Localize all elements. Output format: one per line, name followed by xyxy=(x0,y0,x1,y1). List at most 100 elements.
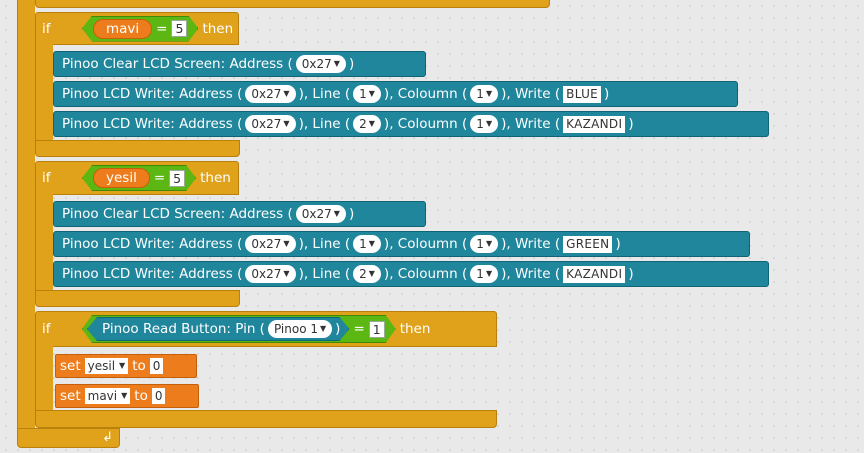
to-label: to xyxy=(134,388,148,404)
compare-value-input[interactable]: 1 xyxy=(369,321,385,338)
line-label: ), Line ( xyxy=(298,266,351,282)
line-dropdown[interactable]: 1 ▼ xyxy=(353,235,381,253)
block-label: Pinoo LCD Write: Address ( xyxy=(62,116,243,132)
chevron-down-icon: ▼ xyxy=(368,239,375,248)
block-label: Pinoo LCD Write: Address ( xyxy=(62,236,243,252)
block-label-close: ) xyxy=(348,206,355,222)
coloumn-dropdown[interactable]: 1 ▼ xyxy=(470,85,499,103)
block-label: Pinoo Clear LCD Screen: Address ( xyxy=(62,56,293,72)
block-label: Pinoo LCD Write: Address ( xyxy=(62,86,243,102)
address-dropdown[interactable]: 0x27 ▼ xyxy=(245,115,296,133)
address-dropdown[interactable]: 0x27 ▼ xyxy=(295,205,346,223)
pin-dropdown[interactable]: Pinoo 1 ▼ xyxy=(268,320,332,338)
write-label: ), Write ( xyxy=(501,116,561,132)
pinoo-lcd-write-block[interactable]: Pinoo LCD Write: Address ( 0x27 ▼ ), Line… xyxy=(53,231,750,257)
compare-value-input[interactable]: 5 xyxy=(169,170,185,187)
coloumn-label: ), Coloumn ( xyxy=(383,116,468,132)
if-block-read-button[interactable]: if Pinoo Read Button: Pin ( Pinoo 1 ▼ ) =… xyxy=(35,311,497,347)
line-label: ), Line ( xyxy=(298,236,351,252)
if-block-mavi[interactable]: if mavi = 5 then xyxy=(35,12,239,45)
chevron-down-icon: ▼ xyxy=(368,119,375,128)
pinoo-lcd-write-block[interactable]: Pinoo LCD Write: Address ( 0x27 ▼ ), Line… xyxy=(53,261,769,287)
chevron-down-icon: ▼ xyxy=(283,239,290,248)
chevron-down-icon: ▼ xyxy=(283,89,290,98)
if-block-yesil-end xyxy=(35,290,240,307)
chevron-down-icon: ▼ xyxy=(368,269,375,278)
coloumn-label: ), Coloumn ( xyxy=(383,236,468,252)
pinoo-lcd-write-block[interactable]: Pinoo LCD Write: Address ( 0x27 ▼ ), Line… xyxy=(53,81,738,107)
variable-yesil[interactable]: yesil xyxy=(93,168,150,188)
block-label: Pinoo Clear LCD Screen: Address ( xyxy=(62,206,293,222)
write-text-input[interactable]: GREEN xyxy=(563,235,613,253)
address-dropdown[interactable]: 0x27 ▼ xyxy=(245,85,296,103)
block-label-close: ) xyxy=(628,266,634,282)
write-label: ), Write ( xyxy=(501,266,561,282)
address-dropdown[interactable]: 0x27 ▼ xyxy=(245,235,296,253)
equals-symbol: = xyxy=(156,20,168,37)
equals-operator[interactable]: mavi = 5 xyxy=(82,16,198,42)
write-label: ), Write ( xyxy=(501,86,561,102)
reporter-label: Pinoo Read Button: Pin ( xyxy=(102,321,265,337)
loop-arrow-icon: ↲ xyxy=(102,430,113,445)
block-label: Pinoo LCD Write: Address ( xyxy=(62,266,243,282)
if-keyword: if xyxy=(42,20,51,37)
line-dropdown[interactable]: 2 ▼ xyxy=(353,115,381,133)
outer-loop-top[interactable] xyxy=(35,0,550,8)
then-keyword: then xyxy=(202,20,234,37)
block-label-close: ) xyxy=(615,236,621,252)
if-block-read-button-end xyxy=(35,410,497,428)
line-dropdown[interactable]: 2 ▼ xyxy=(353,265,381,283)
line-label: ), Line ( xyxy=(298,86,351,102)
outer-loop-bottom[interactable]: ↲ xyxy=(17,428,120,448)
outer-loop-stem[interactable] xyxy=(17,0,35,432)
chevron-down-icon: ▼ xyxy=(368,89,375,98)
set-variable-block[interactable]: set mavi ▼ to 0 xyxy=(55,384,199,408)
pinoo-read-button-reporter[interactable]: Pinoo Read Button: Pin ( Pinoo 1 ▼ ) xyxy=(87,317,349,341)
set-value-input[interactable]: 0 xyxy=(151,388,166,404)
reporter-label-close: ) xyxy=(335,321,341,337)
chevron-down-icon: ▼ xyxy=(485,119,493,128)
if-block-read-button-stem xyxy=(35,346,53,412)
pinoo-lcd-write-block[interactable]: Pinoo LCD Write: Address ( 0x27 ▼ ), Line… xyxy=(53,111,769,137)
equals-symbol: = xyxy=(353,321,365,337)
chevron-down-icon: ▼ xyxy=(485,89,493,98)
set-value-input[interactable]: 0 xyxy=(149,358,164,374)
chevron-down-icon: ▼ xyxy=(119,361,126,370)
write-text-input[interactable]: KAZANDI xyxy=(563,115,626,133)
address-dropdown[interactable]: 0x27 ▼ xyxy=(295,55,346,73)
coloumn-label: ), Coloumn ( xyxy=(383,86,468,102)
equals-symbol: = xyxy=(153,170,166,186)
coloumn-dropdown[interactable]: 1 ▼ xyxy=(470,235,499,253)
if-block-yesil[interactable]: if yesil = 5 then xyxy=(35,161,239,195)
then-keyword: then xyxy=(399,321,431,337)
to-label: to xyxy=(132,358,146,374)
set-label: set xyxy=(60,358,81,374)
equals-operator[interactable]: Pinoo Read Button: Pin ( Pinoo 1 ▼ ) = 1 xyxy=(82,315,396,343)
coloumn-label: ), Coloumn ( xyxy=(383,266,468,282)
chevron-down-icon: ▼ xyxy=(121,391,128,400)
coloumn-dropdown[interactable]: 1 ▼ xyxy=(470,115,499,133)
chevron-down-icon: ▼ xyxy=(320,324,327,333)
if-block-yesil-stem xyxy=(35,194,53,292)
chevron-down-icon: ▼ xyxy=(485,239,493,248)
variable-mavi[interactable]: mavi xyxy=(93,19,152,39)
line-dropdown[interactable]: 1 ▼ xyxy=(353,85,381,103)
coloumn-dropdown[interactable]: 1 ▼ xyxy=(470,265,499,283)
pinoo-clear-lcd-block[interactable]: Pinoo Clear LCD Screen: Address ( 0x27 ▼ … xyxy=(53,201,426,227)
if-block-mavi-end xyxy=(35,140,240,157)
write-text-input[interactable]: BLUE xyxy=(563,85,602,103)
set-variable-block[interactable]: set yesil ▼ to 0 xyxy=(55,354,197,378)
equals-operator[interactable]: yesil = 5 xyxy=(82,165,196,191)
write-label: ), Write ( xyxy=(501,236,561,252)
set-label: set xyxy=(60,388,81,404)
chevron-down-icon: ▼ xyxy=(283,269,290,278)
compare-value-input[interactable]: 5 xyxy=(171,20,187,37)
block-label-close: ) xyxy=(348,56,355,72)
pinoo-clear-lcd-block[interactable]: Pinoo Clear LCD Screen: Address ( 0x27 ▼ … xyxy=(53,51,426,77)
write-text-input[interactable]: KAZANDI xyxy=(563,265,626,283)
variable-dropdown[interactable]: yesil ▼ xyxy=(84,358,129,374)
address-dropdown[interactable]: 0x27 ▼ xyxy=(245,265,296,283)
variable-dropdown[interactable]: mavi ▼ xyxy=(84,388,131,404)
then-keyword: then xyxy=(200,170,231,186)
block-label-close: ) xyxy=(628,116,634,132)
